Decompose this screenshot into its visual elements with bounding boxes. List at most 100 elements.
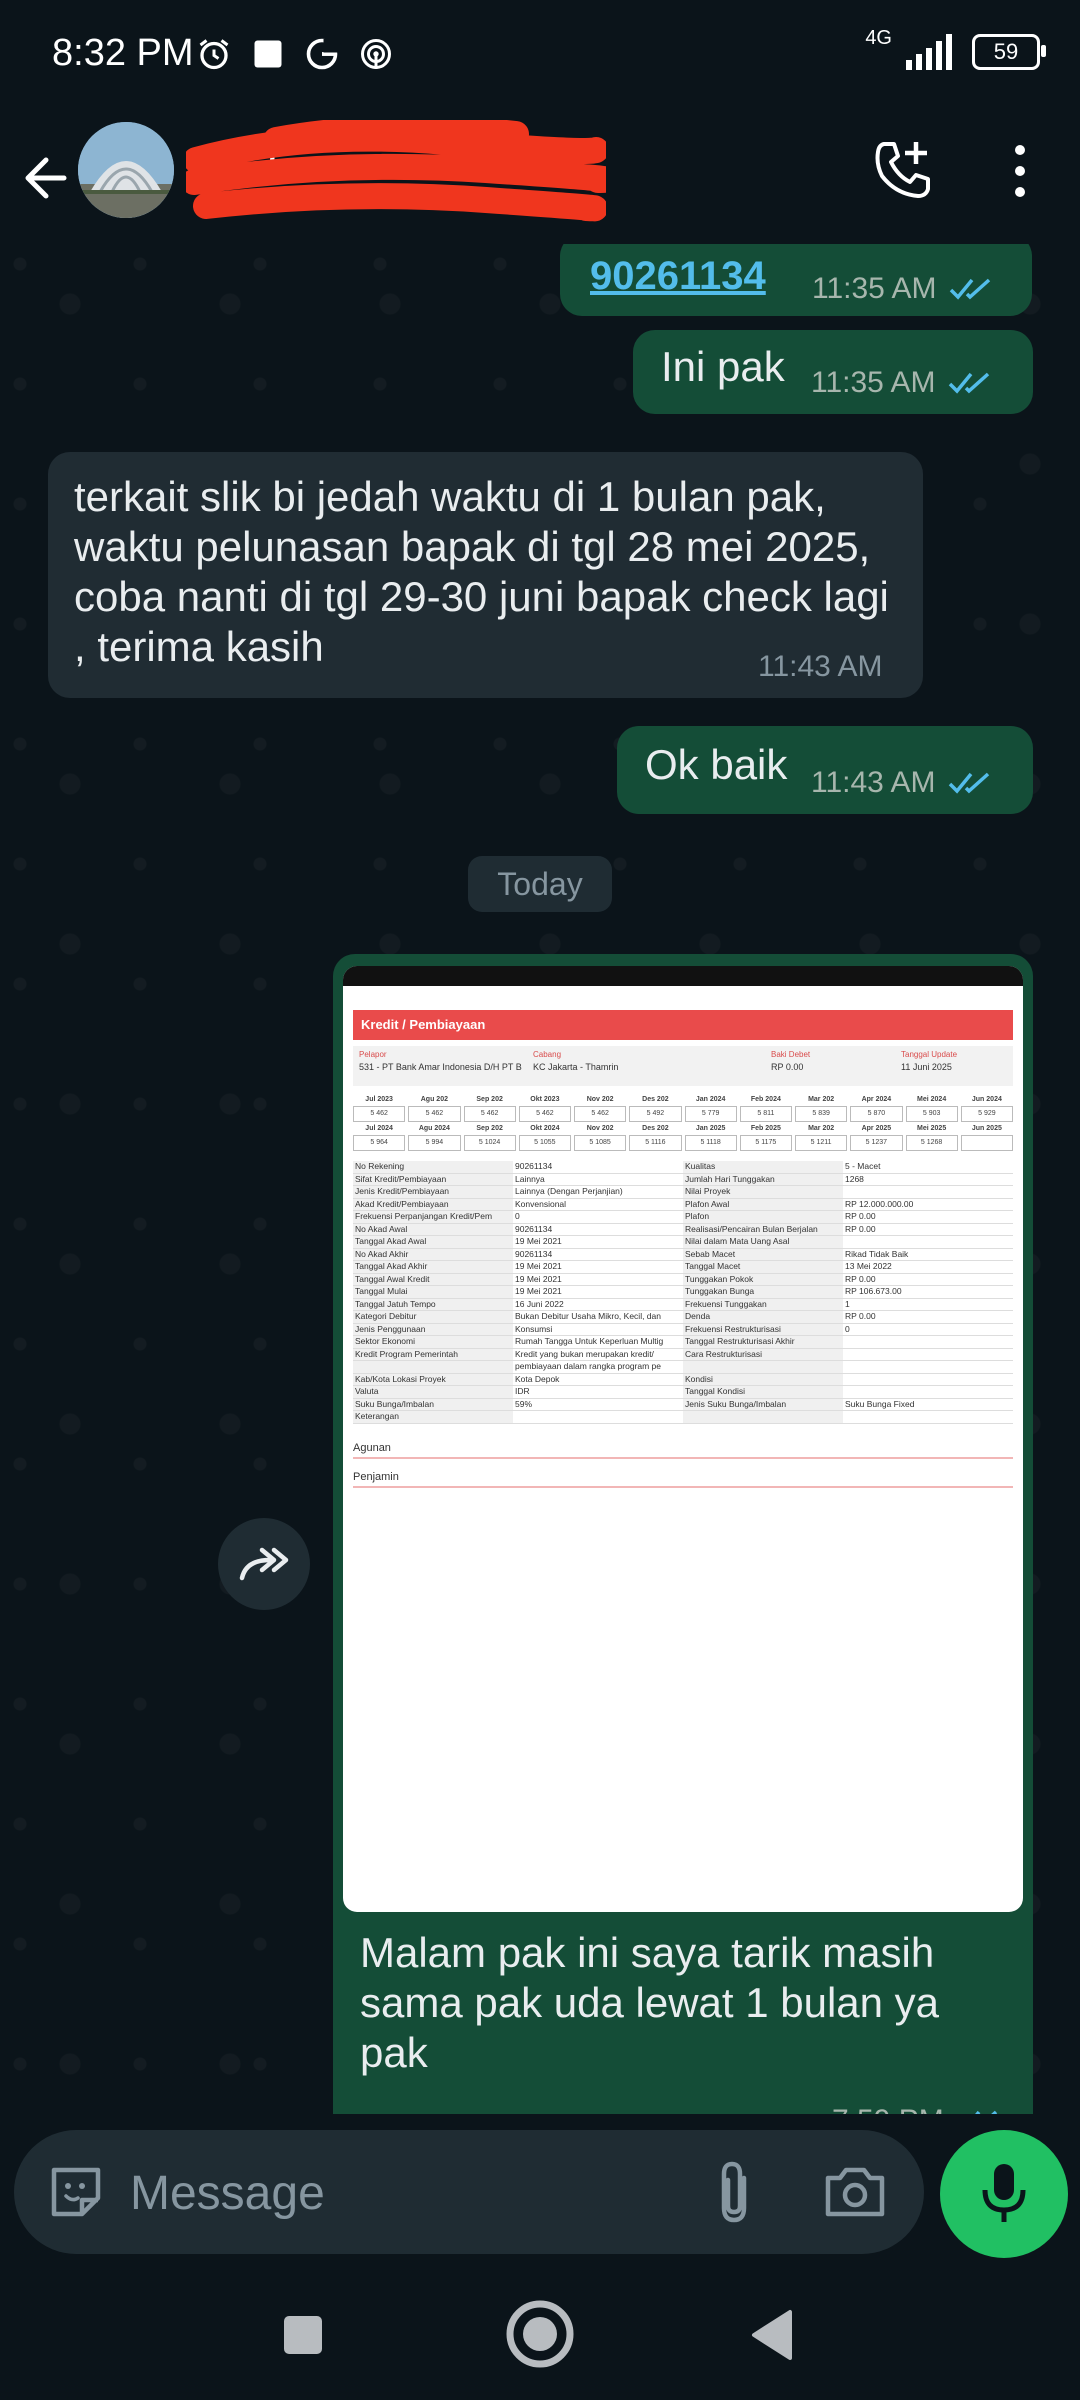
voice-record-button[interactable] <box>940 2130 1068 2258</box>
grid-month-label: Jan 2025 <box>695 1125 726 1132</box>
doc-table-cell: Kualitas <box>683 1161 843 1173</box>
message-bubble-incoming[interactable]: terkait slik bi jedah waktu di 1 bulan p… <box>48 452 923 698</box>
recents-square-icon[interactable] <box>268 2300 338 2370</box>
grid-value-cell: 5 994 <box>408 1135 461 1151</box>
doc-table-row: Tanggal Jatuh Tempo 16 Juni 2022 Frekuensi… <box>353 1298 1013 1311</box>
message-link[interactable]: 90261134 <box>590 254 766 299</box>
doc-table-cell: Rikad Tidak Baik <box>845 1248 909 1259</box>
message-time: 7:59 PM <box>832 2104 944 2114</box>
add-call-icon[interactable] <box>870 136 936 202</box>
message-bubble-outgoing[interactable]: Ok baik 11:43 AM <box>617 726 1033 814</box>
grid-value-cell: 5 870 <box>850 1106 903 1122</box>
doc-table-cell: Kredit Program Pemerintah <box>353 1348 513 1360</box>
forward-icon <box>239 1547 289 1581</box>
doc-label: Pelapor <box>359 1050 387 1059</box>
doc-table-cell: Jenis Kredit/Pembiayaan <box>353 1186 513 1198</box>
doc-table-cell: Rumah Tangga Untuk Keperluan Multig <box>515 1336 664 1346</box>
doc-value: RP 0.00 <box>771 1062 804 1072</box>
grid-value-cell: 5 462 <box>408 1106 461 1122</box>
doc-label: Cabang <box>533 1050 562 1059</box>
avatar[interactable] <box>78 122 174 218</box>
grid-value-cell: 5 1175 <box>739 1135 792 1151</box>
grid-value-cell: 5 779 <box>684 1106 737 1122</box>
doc-table-cell: Realisasi/Pencairan Bulan Berjalan <box>683 1223 843 1235</box>
status-bar: 8:32 PM 4G 59 <box>0 0 1080 112</box>
doc-table-cell: No Rekening <box>353 1161 513 1173</box>
doc-table-cell: Suku Bunga/Imbalan <box>353 1398 513 1410</box>
doc-table-cell <box>843 1186 1013 1198</box>
read-receipt-icon <box>974 2110 997 2114</box>
doc-table-cell: Tanggal Mulai <box>353 1286 513 1298</box>
chat-area[interactable]: 90261134 11:35 AM Ini pak 11:35 AM terka… <box>0 244 1080 2114</box>
doc-table-row: Jenis Penggunaan Konsumsi Frekuensi Restru… <box>353 1323 1013 1336</box>
doc-table-row: Tanggal Akad Akhir 19 Mei 2021 Tanggal Mac… <box>353 1261 1013 1274</box>
grid-month-label: Agu 202 <box>420 1096 448 1103</box>
doc-table-cell: Kab/Kota Lokasi Proyek <box>353 1373 513 1385</box>
grid-value-cell <box>960 1135 1013 1151</box>
grid-value-cell: 5 1118 <box>684 1135 737 1151</box>
avatar-photo <box>78 122 174 218</box>
attached-image-slik-report[interactable]: Kredit / Pembiayaan Pelapor 531 - PT Ban… <box>343 966 1023 1912</box>
home-circle-icon[interactable] <box>500 2294 580 2374</box>
doc-table-cell: Suku Bunga Fixed <box>845 1398 915 1409</box>
camera-icon[interactable] <box>822 2162 888 2222</box>
doc-table-row: Valuta IDR Tanggal Kondisi <box>353 1386 1013 1399</box>
grid-value-cell: 5 1116 <box>629 1135 682 1151</box>
doc-table-row: Suku Bunga/Imbalan 59% Jenis Suku Bunga/Im… <box>353 1398 1013 1411</box>
grid-month-label: Des 202 <box>642 1096 669 1103</box>
date-separator: Today <box>468 856 612 912</box>
doc-table-cell <box>843 1386 1013 1398</box>
doc-table-row: Sektor Ekonomi Rumah Tangga Untuk Keperlu… <box>353 1336 1013 1349</box>
message-input[interactable] <box>130 2160 690 2226</box>
doc-table-row: No Akad Awal 90261134 Realisasi/Pencairan … <box>353 1223 1013 1236</box>
doc-table-cell: 19 Mei 2021 <box>515 1236 562 1246</box>
doc-table-cell: Frekuensi Restrukturisasi <box>683 1323 843 1335</box>
mic-icon <box>982 2164 1026 2222</box>
doc-table-cell: Valuta <box>353 1386 513 1398</box>
doc-table-cell: 1268 <box>845 1173 864 1184</box>
message-text: Malam pak ini saya tarik masih sama pak … <box>360 1929 940 2076</box>
grid-month-label: Jul 2023 <box>365 1096 393 1103</box>
grid-month-label: Mar 202 <box>808 1125 835 1132</box>
back-arrow-icon[interactable] <box>20 142 72 214</box>
doc-table-cell: Kondisi <box>683 1373 843 1385</box>
message-time: 11:43 AM <box>758 650 883 683</box>
contact-name[interactable]: +62 <box>196 140 616 195</box>
doc-table-cell: Kategori Debitur <box>353 1311 513 1323</box>
more-options-icon[interactable] <box>1000 138 1040 204</box>
doc-table-cell: pembiayaan dalam rangka program pe <box>515 1361 662 1371</box>
doc-table-cell: Tanggal Awal Kredit <box>353 1273 513 1285</box>
doc-table-cell: 90261134 <box>515 1161 553 1171</box>
image-topbar <box>343 966 1023 986</box>
doc-table-cell: Plafon <box>683 1211 843 1223</box>
doc-table-cell <box>843 1336 1013 1348</box>
doc-table-cell: Sebab Macet <box>683 1248 843 1260</box>
doc-table-cell: RP 0.00 <box>845 1223 876 1234</box>
message-bubble-outgoing[interactable]: Ini pak 11:35 AM <box>633 330 1033 414</box>
message-text: terkait slik bi jedah waktu di 1 bulan p… <box>74 473 889 670</box>
message-text: Ok baik <box>645 741 788 788</box>
doc-table-cell: IDR <box>515 1386 530 1396</box>
doc-table-cell: Tunggakan Bunga <box>683 1286 843 1298</box>
doc-table-cell: 13 Mei 2022 <box>845 1261 892 1271</box>
grid-months-row: Jul 2023 Agu 202 Sep 202 Okt 2023 Nov 202 Des… <box>353 1096 1013 1103</box>
doc-table-cell: 19 Mei 2021 <box>515 1286 562 1296</box>
doc-table-cell: RP 106.673.00 <box>845 1286 902 1296</box>
message-bubble-outgoing[interactable]: 90261134 11:35 AM <box>560 244 1032 316</box>
doc-table-cell: Nilai Proyek <box>683 1186 843 1198</box>
doc-table-cell: RP 0.00 <box>845 1311 876 1321</box>
forward-button[interactable] <box>218 1518 310 1610</box>
sticker-icon[interactable] <box>44 2160 108 2224</box>
doc-table-cell: Jenis Suku Bunga/Imbalan <box>683 1398 843 1410</box>
doc-table-cell: Tanggal Restrukturisasi Akhir <box>683 1336 843 1348</box>
message-meta: 11:35 AM <box>811 366 994 400</box>
paperclip-icon[interactable] <box>704 2158 764 2226</box>
doc-table-cell: Akad Kredit/Pembiayaan <box>353 1198 513 1210</box>
grid-value-cell: 5 1024 <box>463 1135 516 1151</box>
status-notification-icons <box>196 36 394 72</box>
doc-table-cell: Plafon Awal <box>683 1198 843 1210</box>
doc-table-cell: Tunggakan Pokok <box>683 1273 843 1285</box>
back-triangle-icon[interactable] <box>740 2300 810 2370</box>
doc-table-row: No Rekening 90261134 Kualitas 5 - Macet <box>353 1161 1013 1174</box>
grid-month-label: Apr 2024 <box>861 1096 892 1103</box>
